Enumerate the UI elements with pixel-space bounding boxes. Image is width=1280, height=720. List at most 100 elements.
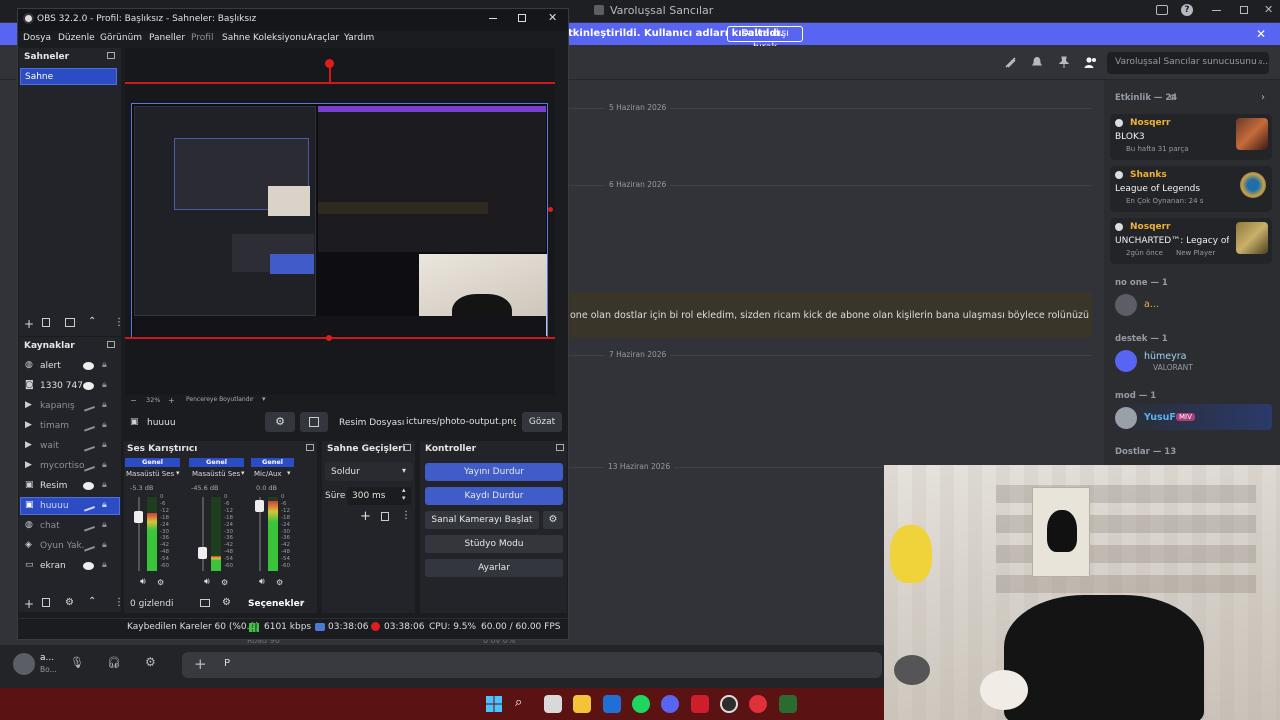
more-icon[interactable]: ⋮ bbox=[114, 317, 124, 328]
advanced-audio-icon[interactable]: ⚙ bbox=[222, 597, 231, 608]
lock-icon[interactable]: 🔒︎ bbox=[102, 400, 107, 410]
volume-slider-handle[interactable] bbox=[198, 546, 207, 559]
search-icon[interactable]: ⌕ bbox=[515, 695, 522, 710]
visibility-eye-icon[interactable] bbox=[83, 362, 94, 370]
transform-handle[interactable] bbox=[325, 59, 334, 68]
dropbox-icon[interactable] bbox=[603, 695, 621, 713]
obs-icon[interactable] bbox=[720, 695, 738, 713]
gear-icon[interactable]: ⚙ bbox=[1169, 93, 1176, 102]
lock-icon[interactable]: 🔒︎ bbox=[102, 380, 107, 390]
speaker-icon[interactable]: 🔊︎ bbox=[140, 577, 146, 587]
transform-handle[interactable] bbox=[326, 335, 332, 341]
close-icon[interactable]: ✕ bbox=[1264, 3, 1273, 16]
volume-slider-track[interactable] bbox=[138, 497, 140, 571]
menu-view[interactable]: Görünüm bbox=[100, 33, 142, 43]
lock-icon[interactable]: 🔒︎ bbox=[102, 520, 107, 530]
avatar[interactable] bbox=[1115, 350, 1137, 372]
add-attachment-icon[interactable]: + bbox=[194, 655, 207, 673]
file-explorer-icon[interactable] bbox=[573, 695, 591, 713]
pin-icon[interactable] bbox=[1058, 56, 1070, 69]
dock-float-icon[interactable] bbox=[556, 444, 564, 451]
lock-icon[interactable]: 🔒︎ bbox=[102, 480, 107, 490]
volume-slider-handle[interactable] bbox=[255, 500, 264, 513]
lock-icon[interactable]: 🔒︎ bbox=[102, 440, 107, 450]
lock-icon[interactable]: 🔒︎ bbox=[102, 460, 107, 470]
spotify-icon[interactable] bbox=[632, 695, 650, 713]
user-avatar[interactable] bbox=[13, 653, 35, 675]
discord-icon[interactable] bbox=[661, 695, 679, 713]
maximize-icon[interactable] bbox=[518, 14, 526, 22]
visibility-eye-icon[interactable] bbox=[83, 562, 94, 570]
mixer-gear-icon[interactable]: ⚙ bbox=[276, 578, 283, 587]
visibility-eye-icon[interactable] bbox=[83, 382, 94, 390]
user-settings-icon[interactable]: ⚙ bbox=[145, 655, 156, 669]
disable-button[interactable]: Devre dışı bırak bbox=[727, 26, 803, 53]
start-virtual-camera-button[interactable]: Sanal Kamerayı Başlat bbox=[425, 511, 539, 529]
mixer-gear-icon[interactable]: ⚙ bbox=[157, 578, 164, 587]
maximize-icon[interactable] bbox=[1240, 6, 1248, 14]
bell-icon[interactable] bbox=[1031, 56, 1043, 69]
add-transition-icon[interactable]: + bbox=[360, 509, 371, 524]
app-icon[interactable] bbox=[749, 695, 767, 713]
stop-recording-button[interactable]: Kaydı Durdur bbox=[425, 487, 563, 505]
menu-help[interactable]: Yardım bbox=[344, 33, 374, 43]
chevron-down-icon[interactable]: ▾ bbox=[262, 395, 266, 403]
chevron-down-icon[interactable]: ▾ bbox=[176, 469, 180, 477]
member-name[interactable]: a... bbox=[1144, 299, 1159, 310]
banner-close-icon[interactable]: ✕ bbox=[1256, 27, 1266, 41]
app-icon[interactable] bbox=[691, 695, 709, 713]
move-up-icon[interactable]: ⌃ bbox=[88, 316, 96, 327]
close-icon[interactable]: ✕ bbox=[548, 11, 557, 24]
lock-icon[interactable]: 🔒︎ bbox=[102, 420, 107, 430]
zoom-in-icon[interactable]: + bbox=[168, 396, 175, 405]
studio-mode-button[interactable]: Stüdyo Modu bbox=[425, 535, 563, 553]
more-icon[interactable]: ⋮ bbox=[401, 510, 411, 521]
chevron-right-icon[interactable]: › bbox=[1261, 92, 1265, 103]
add-source-icon[interactable]: + bbox=[24, 597, 34, 611]
add-scene-icon[interactable]: + bbox=[24, 317, 34, 331]
remove-source-icon[interactable] bbox=[42, 598, 50, 607]
dock-float-icon[interactable] bbox=[306, 444, 314, 451]
avatar[interactable] bbox=[1115, 407, 1137, 429]
menu-edit[interactable]: Düzenle bbox=[58, 33, 95, 43]
browse-button[interactable]: Gözat bbox=[522, 412, 562, 432]
remove-transition-icon[interactable] bbox=[381, 512, 389, 521]
menu-file[interactable]: Dosya bbox=[23, 33, 51, 43]
minimize-icon[interactable] bbox=[1212, 10, 1221, 11]
virtual-camera-settings-icon[interactable]: ⚙ bbox=[543, 511, 563, 529]
transform-handle[interactable] bbox=[548, 207, 553, 212]
remove-scene-icon[interactable] bbox=[42, 318, 50, 327]
chevron-down-icon[interactable]: ▾ bbox=[241, 469, 245, 477]
threads-icon[interactable] bbox=[1004, 56, 1017, 69]
image-file-path-input[interactable]: ictures/photo-output.png bbox=[404, 412, 516, 432]
start-icon[interactable] bbox=[486, 696, 502, 712]
speaker-icon[interactable]: 🔊︎ bbox=[204, 577, 210, 587]
settings-button[interactable]: Ayarlar bbox=[425, 559, 563, 577]
mixer-gear-icon[interactable]: ⚙ bbox=[221, 578, 228, 587]
more-icon[interactable]: ⋮ bbox=[114, 597, 124, 608]
microphone-icon[interactable]: 🎙︎ bbox=[70, 656, 84, 669]
chevron-down-icon[interactable]: ▾ bbox=[300, 598, 304, 607]
help-icon[interactable]: ? bbox=[1181, 4, 1193, 16]
lock-icon[interactable]: 🔒︎ bbox=[102, 360, 107, 370]
move-up-icon[interactable]: ⌃ bbox=[88, 596, 96, 607]
menu-tools[interactable]: Araçlar bbox=[307, 33, 339, 43]
menu-docks[interactable]: Paneller bbox=[149, 33, 185, 43]
dock-float-icon[interactable] bbox=[107, 341, 115, 348]
dock-float-icon[interactable] bbox=[403, 444, 411, 451]
scene-filters-icon[interactable] bbox=[65, 318, 75, 327]
stepper-icon[interactable]: ▴ ▾ bbox=[402, 486, 406, 502]
volume-slider-handle[interactable] bbox=[134, 510, 143, 523]
member-name[interactable]: YusuF bbox=[1144, 412, 1176, 423]
lock-icon[interactable]: 🔒︎ bbox=[102, 560, 107, 570]
member-name[interactable]: hümeyra bbox=[1144, 351, 1187, 362]
visibility-eye-icon[interactable] bbox=[83, 482, 94, 490]
minimize-icon[interactable] bbox=[489, 18, 497, 19]
mixer-layout-icon[interactable] bbox=[200, 599, 210, 607]
server-search-input[interactable]: Varoluşsal Sancılar sunucusunu ... bbox=[1107, 52, 1269, 74]
mixer-options[interactable]: Seçenekler bbox=[248, 599, 304, 609]
menu-scene-collection[interactable]: Sahne Koleksiyonu bbox=[222, 33, 307, 43]
zoom-fit-select[interactable]: Pencereye Boyutlandır bbox=[186, 396, 254, 403]
source-settings-icon[interactable]: ⚙ bbox=[65, 597, 74, 608]
chevron-down-icon[interactable]: ▾ bbox=[287, 469, 291, 477]
